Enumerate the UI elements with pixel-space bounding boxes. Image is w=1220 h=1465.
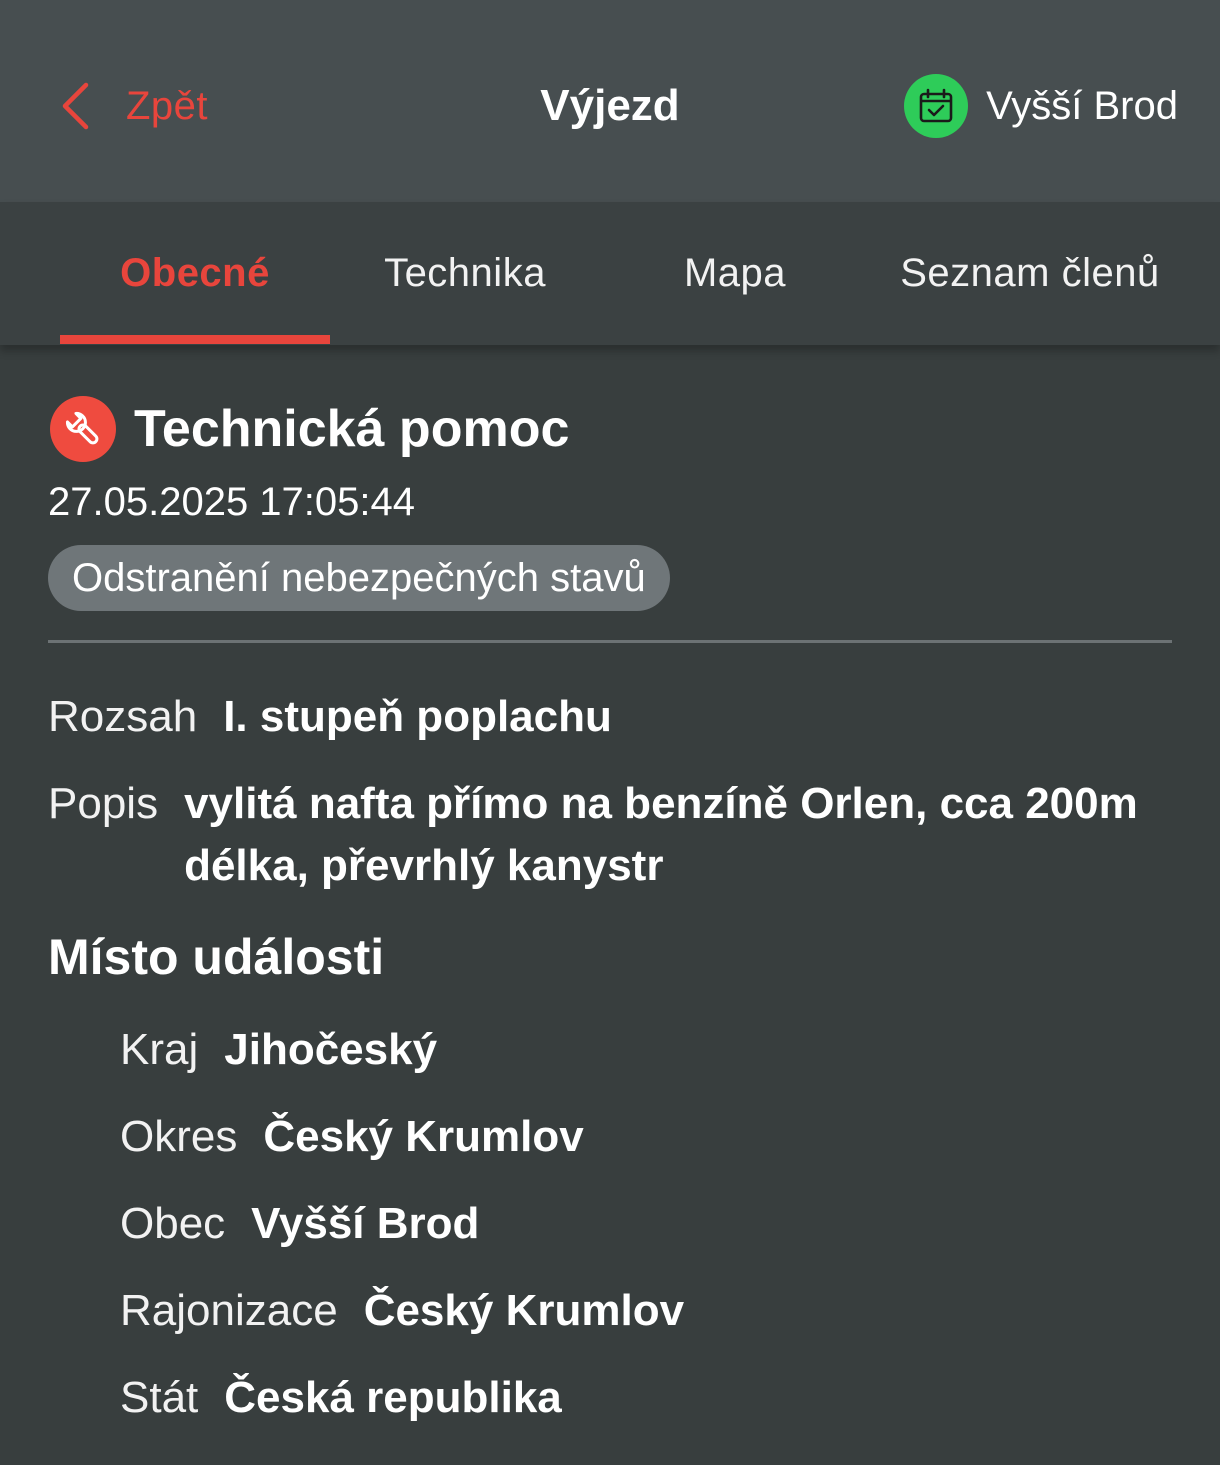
field-value: Jihočeský [224,1025,438,1074]
field-label: Stát [120,1373,199,1422]
app-header: Zpět Výjezd Vyšší Brod [0,0,1220,202]
location-section-title: Místo události [48,929,385,985]
tab-seznam-clenu[interactable]: Seznam členů [870,202,1190,345]
tab-technika[interactable]: Technika [330,202,600,345]
field-value: Český Krumlov [363,1286,685,1335]
chevron-left-icon [58,81,92,131]
tab-mapa[interactable]: Mapa [600,202,870,345]
incident-subtype-badge: Odstranění nebezpečných stavů [48,545,670,611]
field-label: Popis [48,779,159,828]
incident-type: Technická pomoc [134,400,570,458]
station-selector[interactable]: Vyšší Brod [904,74,1178,138]
field-value: I. stupeň poplachu [223,692,612,741]
field-kraj: Kraj Jihočeský [120,1019,437,1081]
tab-bar: Obecné Technika Mapa Seznam členů [0,202,1220,345]
field-stat: Stát Česká republika [120,1367,562,1429]
field-rajonizace: Rajonizace Český Krumlov [120,1280,684,1342]
field-label: Obec [120,1199,226,1248]
field-label: Kraj [120,1025,199,1074]
field-rozsah: Rozsah I. stupeň poplachu [48,686,612,748]
incident-type-row: Technická pomoc [50,396,569,462]
divider [48,640,1172,643]
field-okres: Okres Český Krumlov [120,1106,584,1168]
back-button[interactable]: Zpět [58,78,208,134]
field-label: Okres [120,1112,238,1161]
field-popis: Popis vylitá nafta přímo na benzíně Orle… [48,773,1158,897]
field-label: Rajonizace [120,1286,338,1335]
field-value: vylitá nafta přímo na benzíně Orlen, cca… [184,779,1138,890]
field-value: Česká republika [224,1373,562,1422]
field-value: Vyšší Brod [251,1199,480,1248]
active-tab-indicator [60,335,330,344]
wrench-icon [50,396,116,462]
calendar-check-icon [904,74,969,138]
tab-obecne[interactable]: Obecné [60,202,330,345]
field-label: Rozsah [48,692,198,741]
station-name: Vyšší Brod [986,83,1178,128]
incident-datetime: 27.05.2025 17:05:44 [48,480,416,524]
back-label: Zpět [126,83,209,128]
field-obec: Obec Vyšší Brod [120,1193,479,1255]
field-value: Český Krumlov [263,1112,584,1161]
